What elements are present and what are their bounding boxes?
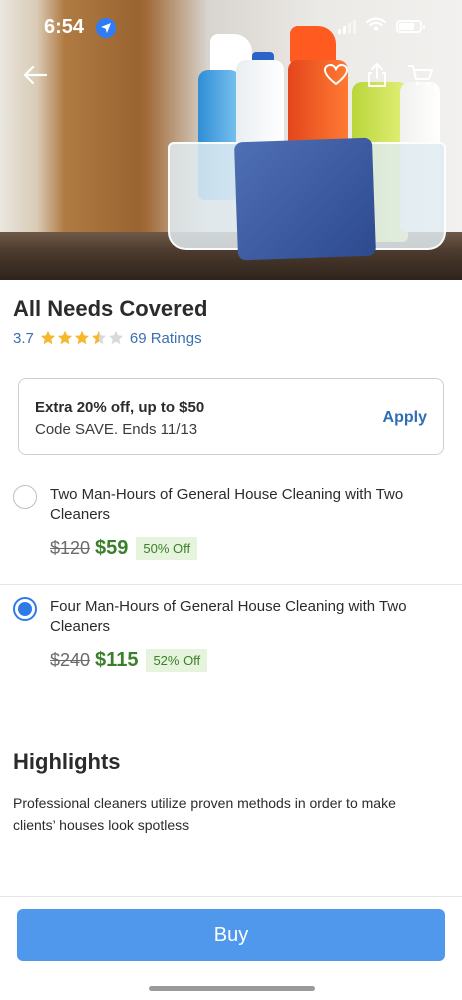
option-title: Four Man-Hours of General House Cleaning… — [50, 598, 407, 635]
wifi-icon — [365, 17, 387, 36]
status-time: 6:54 — [44, 16, 85, 38]
heart-icon[interactable] — [321, 60, 351, 90]
footer-divider — [0, 896, 462, 897]
star-full-icon — [74, 330, 89, 345]
option-radio[interactable] — [13, 485, 37, 509]
promo-title: Extra 20% off, up to $50 — [35, 399, 205, 416]
highlights-heading: Highlights — [13, 749, 121, 774]
deal-option-2[interactable]: Four Man-Hours of General House Cleaning… — [0, 592, 462, 694]
buy-button[interactable]: Buy — [17, 909, 445, 961]
discount-badge: 52% Off — [146, 648, 208, 672]
promo-code-card: Extra 20% off, up to $50 Code SAVE. Ends… — [18, 378, 444, 455]
home-indicator — [149, 986, 315, 991]
signal-icon — [338, 19, 356, 34]
option-divider — [0, 584, 462, 585]
sale-price: $59 — [95, 536, 129, 559]
cart-icon[interactable] — [406, 60, 436, 90]
highlights-text: Professional cleaners utilize proven met… — [13, 795, 396, 833]
star-empty-icon — [108, 330, 123, 345]
rating-value: 3.7 — [13, 329, 34, 347]
share-icon[interactable] — [362, 60, 392, 90]
option-radio-selected[interactable] — [13, 597, 37, 621]
sale-price: $115 — [95, 648, 139, 671]
star-full-icon — [57, 330, 72, 345]
discount-badge: 50% Off — [136, 536, 198, 560]
back-arrow-icon[interactable] — [20, 60, 50, 90]
rating-row[interactable]: 3.7 69 Ratings — [13, 328, 202, 348]
ratings-count-link[interactable]: 69 Ratings — [130, 330, 202, 347]
deal-hero-image — [0, 0, 462, 280]
deal-title: All Needs Covered — [13, 296, 208, 321]
deal-option-1[interactable]: Two Man-Hours of General House Cleaning … — [0, 480, 462, 582]
original-price: $240 — [50, 649, 91, 670]
original-price: $120 — [50, 537, 91, 558]
star-full-icon — [40, 330, 55, 345]
star-rating — [40, 330, 124, 346]
star-half-icon — [91, 330, 106, 345]
promo-subtitle: Code SAVE. Ends 11/13 — [35, 421, 198, 438]
option-title: Two Man-Hours of General House Cleaning … — [50, 486, 404, 523]
location-arrow-icon — [96, 18, 116, 38]
battery-icon — [396, 20, 425, 33]
apply-promo-button[interactable]: Apply — [383, 409, 427, 427]
